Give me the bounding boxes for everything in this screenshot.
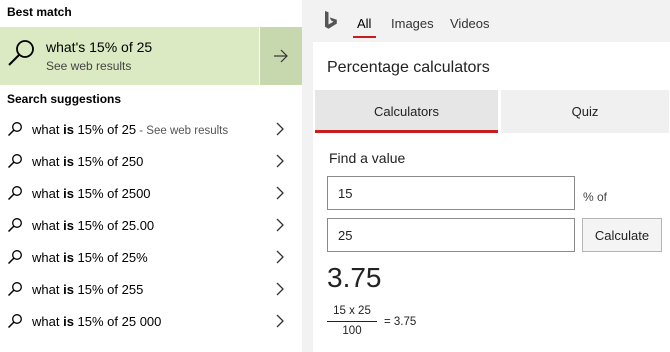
search-icon	[7, 154, 22, 169]
tab-calculators[interactable]: Calculators	[315, 90, 498, 133]
search-results-pane: Best match what's 15% of 25 See web resu…	[0, 0, 302, 352]
suggestion-text: what is 15% of 2500	[32, 185, 151, 201]
tab-quiz[interactable]: Quiz	[501, 90, 669, 133]
chevron-right-icon	[276, 122, 284, 136]
card-title: Percentage calculators	[327, 59, 490, 76]
base-value-input[interactable]	[327, 218, 575, 252]
suggestion-item[interactable]: what is 15% of 255	[0, 273, 302, 305]
calculate-button[interactable]: Calculate	[582, 218, 662, 252]
result-value: 3.75	[327, 262, 382, 293]
suggestions-list: what is 15% of 25 - See web results what…	[0, 113, 302, 337]
suggestion-item[interactable]: what is 15% of 2500	[0, 177, 302, 209]
suggestion-item[interactable]: what is 15% of 25 000	[0, 305, 302, 337]
suggestion-item[interactable]: what is 15% of 250	[0, 145, 302, 177]
chevron-right-icon	[276, 186, 284, 200]
suggestion-text: what is 15% of 25 - See web results	[32, 121, 229, 137]
tab-videos[interactable]: Videos	[450, 16, 490, 31]
search-icon	[7, 122, 22, 137]
chevron-right-icon	[276, 282, 284, 296]
tab-all[interactable]: All	[357, 16, 371, 31]
search-icon	[7, 218, 22, 233]
best-match-title: what's 15% of 25	[46, 39, 153, 55]
fraction-bar	[327, 321, 377, 322]
chevron-right-icon	[276, 250, 284, 264]
suggestion-text: what is 15% of 250	[32, 153, 144, 169]
percent-input[interactable]	[327, 176, 575, 210]
see-web-results-hint: - See web results	[136, 124, 229, 137]
best-match-subtitle: See web results	[46, 59, 132, 73]
best-match-item[interactable]: what's 15% of 25 See web results	[0, 27, 259, 85]
calculator-tabs: Calculators Quiz	[313, 90, 670, 133]
fraction-result: = 3.75	[384, 316, 417, 328]
percentage-calculator-card: Percentage calculators Calculators Quiz …	[313, 42, 670, 352]
suggestion-text: what is 15% of 255	[32, 281, 144, 297]
calculation-fraction: 15 x 25 100	[327, 305, 377, 337]
arrow-right-icon	[274, 49, 288, 63]
suggestion-text: what is 15% of 25%	[32, 249, 148, 265]
fraction-denominator: 100	[342, 325, 362, 337]
tab-images[interactable]: Images	[391, 16, 434, 31]
fraction-numerator: 15 x 25	[333, 305, 371, 317]
find-value-label: Find a value	[329, 150, 406, 166]
search-suggestions-heading: Search suggestions	[7, 92, 122, 106]
search-icon	[7, 282, 22, 297]
search-icon	[7, 250, 22, 265]
chevron-right-icon	[276, 314, 284, 328]
preview-tabs-bar: All Images Videos	[302, 0, 670, 40]
suggestion-text: what is 15% of 25.00	[32, 217, 155, 233]
bing-logo-icon	[325, 11, 337, 29]
suggestion-text: what is 15% of 25 000	[32, 313, 162, 329]
open-results-button[interactable]	[259, 27, 302, 85]
search-icon	[7, 314, 22, 329]
suggestion-item[interactable]: what is 15% of 25.00	[0, 209, 302, 241]
percent-of-label: % of	[583, 190, 608, 204]
suggestion-item[interactable]: what is 15% of 25 - See web results	[0, 113, 302, 145]
search-icon	[8, 40, 34, 66]
active-tab-indicator	[353, 36, 376, 38]
preview-pane: All Images Videos Percentage calculators…	[302, 0, 670, 352]
best-match-heading: Best match	[7, 5, 72, 19]
search-icon	[7, 186, 22, 201]
chevron-right-icon	[276, 154, 284, 168]
suggestion-item[interactable]: what is 15% of 25%	[0, 241, 302, 273]
chevron-right-icon	[276, 218, 284, 232]
best-match-card: what's 15% of 25 See web results	[0, 27, 302, 85]
